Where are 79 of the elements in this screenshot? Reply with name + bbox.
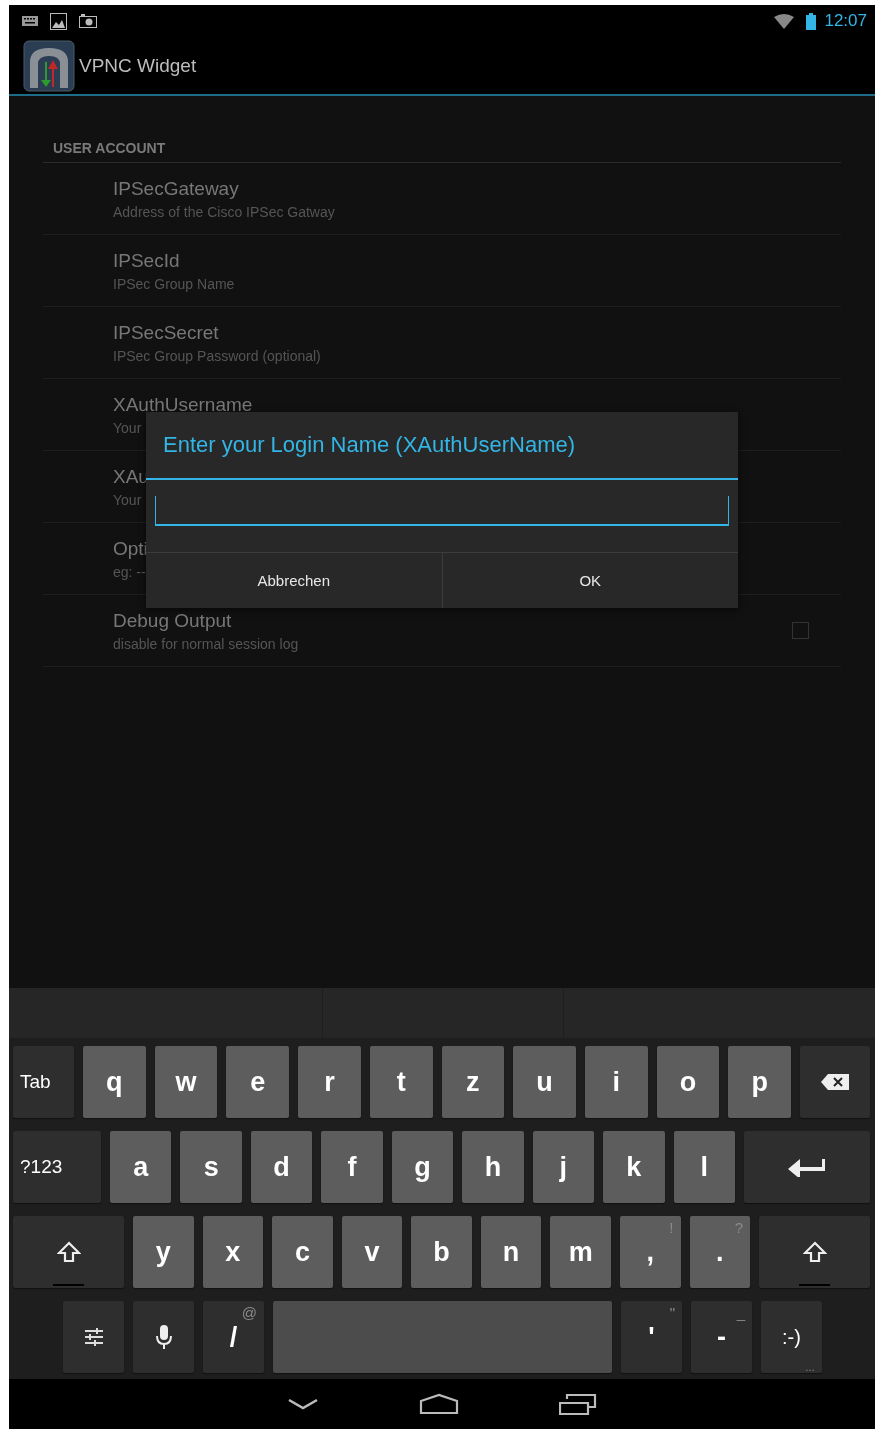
key[interactable]: x: [202, 1216, 264, 1288]
wifi-icon: [774, 13, 795, 29]
key-hint: …: [805, 1363, 815, 1373]
key[interactable]: h: [462, 1131, 524, 1203]
preference-title[interactable]: IPSecId: [113, 249, 180, 272]
key[interactable]: b: [411, 1216, 472, 1288]
section-header: USER ACCOUNT: [43, 140, 841, 163]
key-hint: ": [669, 1304, 675, 1321]
preference-title[interactable]: Opti: [113, 537, 148, 560]
key[interactable]: / @: [203, 1301, 264, 1373]
preference-summary: Your: [113, 419, 142, 436]
key[interactable]: [133, 1301, 194, 1373]
key[interactable]: f: [321, 1131, 383, 1203]
key[interactable]: p: [728, 1046, 792, 1118]
key-hint: _: [736, 1304, 745, 1321]
checkbox[interactable]: [792, 622, 809, 639]
preference-summary: IPSec Group Name: [113, 275, 235, 292]
key[interactable]: e: [226, 1046, 290, 1118]
key[interactable]: . ?: [689, 1216, 751, 1288]
preference-title[interactable]: IPSecSecret: [113, 321, 219, 344]
key[interactable]: y: [133, 1216, 194, 1288]
clock: 12:07: [824, 11, 867, 31]
key[interactable]: q: [83, 1046, 146, 1118]
key[interactable]: [743, 1131, 870, 1203]
key[interactable]: ?123: [13, 1131, 101, 1203]
preference-summary: Address of the Cisco IPSec Gatway: [113, 203, 335, 220]
app-title: VPNC Widget: [79, 54, 197, 77]
key[interactable]: r: [298, 1046, 361, 1118]
backspace-icon: [821, 1074, 850, 1090]
key[interactable]: [800, 1046, 871, 1118]
dialog-button[interactable]: Abbrechen: [146, 553, 442, 608]
dialog-button[interactable]: OK: [441, 553, 738, 608]
key-hint: @: [241, 1304, 257, 1321]
key-hint: ?: [734, 1219, 744, 1236]
key[interactable]: :-) …: [761, 1301, 822, 1373]
key[interactable]: i: [584, 1046, 648, 1118]
key[interactable]: v: [341, 1216, 403, 1288]
input-field[interactable]: [155, 496, 729, 526]
preference-summary: Your: [113, 491, 142, 508]
key[interactable]: , !: [619, 1216, 681, 1288]
key[interactable]: g: [391, 1131, 454, 1203]
key[interactable]: j: [532, 1131, 595, 1203]
camera-icon: [79, 14, 97, 28]
enter-icon: [787, 1157, 826, 1177]
key[interactable]: n: [480, 1216, 542, 1288]
key[interactable]: s: [180, 1131, 242, 1203]
key[interactable]: l: [673, 1131, 735, 1203]
key[interactable]: d: [250, 1131, 313, 1203]
preference-summary: eg: --: [113, 563, 146, 580]
preference-title[interactable]: Debug Output: [113, 609, 232, 632]
preference-title[interactable]: IPSecGateway: [113, 177, 239, 200]
shift-icon: [802, 1241, 827, 1263]
key[interactable]: w: [154, 1046, 218, 1118]
key[interactable]: c: [272, 1216, 333, 1288]
back-icon[interactable]: [287, 1397, 319, 1411]
dialog-title: Enter your Login Name (XAuthUserName): [146, 412, 738, 480]
key[interactable]: Tab: [13, 1046, 74, 1118]
key[interactable]: [63, 1301, 124, 1373]
preference-summary: disable for normal session log: [113, 635, 299, 652]
keyboard-icon: [22, 16, 38, 26]
battery-icon: [806, 12, 817, 30]
key[interactable]: u: [513, 1046, 576, 1118]
microphone-icon: [155, 1325, 172, 1349]
key[interactable]: - _: [691, 1301, 752, 1373]
sliders-icon: [84, 1328, 103, 1346]
recent-apps-icon[interactable]: [559, 1393, 597, 1415]
key[interactable]: m: [550, 1216, 611, 1288]
key[interactable]: t: [369, 1046, 433, 1118]
home-icon[interactable]: [419, 1393, 459, 1415]
image-icon: [50, 12, 67, 30]
shift-icon: [56, 1241, 81, 1263]
preference-summary: IPSec Group Password (optional): [113, 347, 321, 364]
key-hint: !: [669, 1219, 674, 1236]
key[interactable]: o: [656, 1046, 720, 1118]
key[interactable]: k: [603, 1131, 665, 1203]
key[interactable]: z: [441, 1046, 505, 1118]
key[interactable]: a: [110, 1131, 172, 1203]
app-icon[interactable]: [23, 39, 75, 92]
key[interactable]: ' ": [621, 1301, 682, 1373]
